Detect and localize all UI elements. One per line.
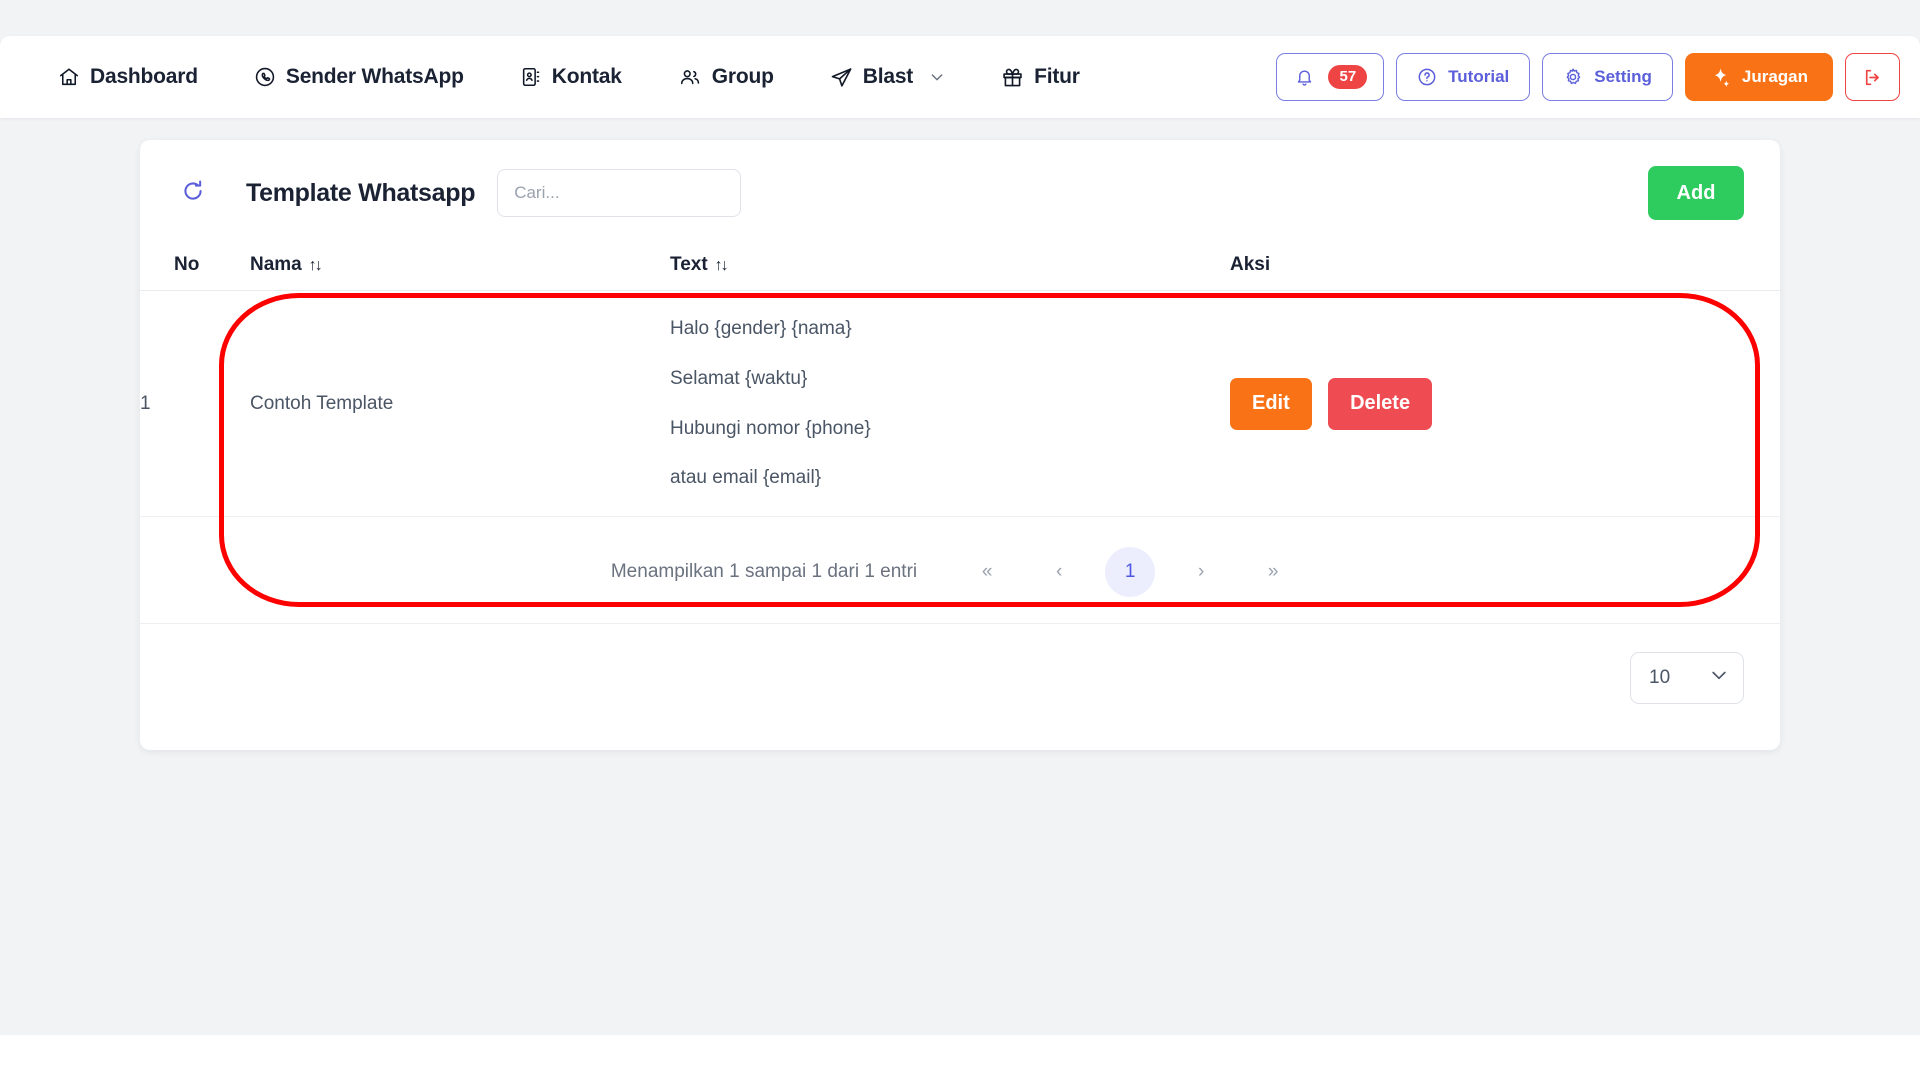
nav-label-dashboard: Dashboard [90, 65, 198, 88]
sort-icon-nama[interactable]: ↑↓ [309, 257, 323, 275]
tutorial-button[interactable]: Tutorial [1396, 53, 1531, 101]
per-page-row: 10 [140, 624, 1780, 704]
table-row: 1 Contoh Template Halo {gender} {nama} S… [140, 290, 1780, 517]
send-icon [830, 66, 853, 89]
nav-item-sender-whatsapp[interactable]: Sender WhatsApp [254, 65, 464, 89]
contact-book-icon [520, 66, 542, 88]
table-body: 1 Contoh Template Halo {gender} {nama} S… [140, 290, 1780, 517]
pagination-page-1[interactable]: 1 [1105, 547, 1156, 597]
per-page-select[interactable]: 10 [1630, 652, 1744, 704]
question-circle-icon [1417, 67, 1437, 87]
table-header-row: No Nama ↑↓ Text ↑↓ Aksi [140, 242, 1780, 291]
delete-button[interactable]: Delete [1328, 377, 1433, 430]
column-header-no: No [140, 242, 250, 291]
nav-item-kontak[interactable]: Kontak [520, 65, 622, 89]
pagination-first-button[interactable]: « [965, 550, 1009, 594]
column-label-text: Text [670, 254, 708, 275]
column-label-no: No [174, 254, 200, 275]
notification-badge: 57 [1328, 65, 1368, 89]
pagination-prev-button[interactable]: ‹ [1037, 550, 1081, 594]
setting-button[interactable]: Setting [1542, 53, 1673, 101]
column-header-nama[interactable]: Nama ↑↓ [250, 242, 670, 291]
gift-icon [1001, 66, 1024, 89]
page-root: Dashboard Sender WhatsApp Kontak Group B… [0, 0, 1920, 1080]
refresh-button[interactable] [176, 176, 210, 210]
cell-text: Halo {gender} {nama} Selamat {waktu} Hub… [670, 290, 1230, 517]
sort-icon-text[interactable]: ↑↓ [715, 257, 729, 275]
setting-label: Setting [1594, 67, 1652, 86]
nav-item-blast[interactable]: Blast [830, 65, 945, 89]
add-button[interactable]: Add [1648, 166, 1744, 220]
pagination-last-button[interactable]: » [1251, 550, 1295, 594]
cell-no: 1 [140, 290, 250, 517]
people-icon [678, 66, 702, 88]
column-label-nama: Nama [250, 254, 302, 275]
template-text-lines: Halo {gender} {nama} Selamat {waktu} Hub… [670, 317, 1230, 490]
column-header-text[interactable]: Text ↑↓ [670, 242, 1230, 291]
nav-actions-group: 57 Tutorial Setting Juragan [1276, 53, 1900, 101]
pagination-info: Menampilkan 1 sampai 1 dari 1 entri [610, 561, 918, 582]
edit-button[interactable]: Edit [1230, 377, 1312, 430]
cell-nama: Contoh Template [250, 290, 670, 517]
juragan-label: Juragan [1741, 67, 1808, 86]
template-text-line: Halo {gender} {nama} [670, 318, 852, 339]
template-text-line: atau email {email} [670, 467, 822, 489]
nav-label-blast: Blast [862, 65, 914, 88]
template-card: Template Whatsapp Add No Nama ↑↓ Text ↑↓ [140, 140, 1780, 750]
nav-item-dashboard[interactable]: Dashboard [58, 65, 198, 89]
card-header: Template Whatsapp Add [140, 140, 1780, 242]
pagination: Menampilkan 1 sampai 1 dari 1 entri « ‹ … [140, 517, 1780, 624]
sparkle-icon [1710, 67, 1731, 88]
home-icon [58, 66, 80, 88]
refresh-icon [180, 178, 206, 209]
nav-items-group: Dashboard Sender WhatsApp Kontak Group B… [58, 65, 1136, 89]
notification-button[interactable]: 57 [1276, 53, 1385, 101]
nav-label-sender-whatsapp: Sender WhatsApp [285, 65, 464, 88]
nav-label-group: Group [711, 65, 774, 88]
bell-icon [1295, 68, 1314, 87]
nav-item-group[interactable]: Group [678, 65, 774, 89]
chevron-down-icon [929, 69, 945, 85]
column-header-aksi: Aksi [1230, 242, 1780, 291]
table-head: No Nama ↑↓ Text ↑↓ Aksi [140, 242, 1780, 291]
gear-icon [1563, 67, 1583, 87]
per-page-value: 10 [1649, 667, 1671, 688]
whatsapp-icon [254, 66, 276, 88]
column-label-aksi: Aksi [1230, 254, 1271, 275]
nav-label-kontak: Kontak [551, 65, 622, 88]
page-title: Template Whatsapp [246, 178, 476, 207]
search-input[interactable] [497, 169, 742, 217]
template-table: No Nama ↑↓ Text ↑↓ Aksi 1 Contoh Templat… [140, 242, 1780, 517]
juragan-button[interactable]: Juragan [1684, 53, 1833, 101]
logout-icon [1862, 67, 1883, 88]
logout-button[interactable] [1845, 53, 1900, 101]
tutorial-label: Tutorial [1448, 67, 1510, 86]
pagination-next-button[interactable]: › [1179, 550, 1223, 594]
chevron-down-icon [1709, 665, 1729, 691]
template-text-line: Selamat {waktu} [670, 367, 808, 389]
template-text-line: Hubungi nomor {phone} [670, 417, 871, 439]
cell-aksi: Edit Delete [1230, 290, 1780, 517]
nav-item-fitur[interactable]: Fitur [1001, 65, 1080, 89]
nav-label-fitur: Fitur [1034, 65, 1080, 88]
top-navbar: Dashboard Sender WhatsApp Kontak Group B… [0, 36, 1920, 118]
